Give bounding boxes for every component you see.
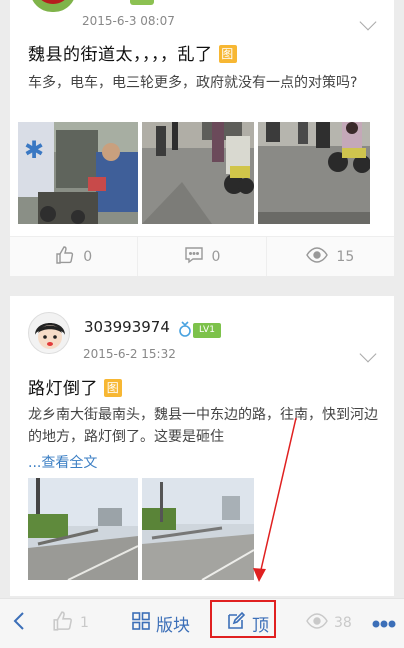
svg-text:✱: ✱ (24, 136, 44, 164)
more-dots-icon (372, 613, 396, 633)
avatar[interactable] (30, 0, 76, 12)
image-tag: 图 (218, 45, 237, 63)
post-photo-1[interactable]: ✱ (18, 122, 138, 224)
post-excerpt[interactable]: 龙乡南大街最南头，魏县一中东边的路，往南，快到河边的地方，路灯倒了。这要是砸住 (28, 404, 388, 448)
like-button[interactable]: 0 (10, 237, 139, 276)
post-card-2[interactable]: 303993974 LV1 2015-6-2 15:32 路灯倒了图 龙乡南大街… (10, 296, 394, 596)
male-icon (178, 320, 192, 338)
level-badge (130, 0, 154, 5)
post-photo-2[interactable] (142, 122, 254, 224)
thumbs-up-icon (55, 245, 75, 269)
thumbs-up-icon (52, 610, 74, 636)
post-card-1[interactable]: 2015-6-3 08:07 魏县的街道太，，，，乱了图 车多，电车，电三轮更多… (10, 0, 394, 276)
more-button[interactable] (372, 599, 396, 647)
back-button[interactable] (12, 599, 26, 647)
username[interactable]: 303993974 (84, 318, 170, 336)
comment-button[interactable]: 0 (138, 237, 267, 276)
back-chevron-icon (12, 611, 26, 636)
like-count: 1 (80, 615, 89, 631)
chevron-down-icon[interactable] (359, 13, 377, 31)
post-date: 2015-6-2 15:32 (83, 347, 176, 361)
avatar[interactable] (28, 312, 70, 354)
read-more-link[interactable]: ...查看全文 (28, 452, 97, 472)
like-button[interactable]: 1 (52, 599, 89, 647)
post-photo-1[interactable] (28, 478, 138, 580)
post-date: 2015-6-3 08:07 (82, 14, 175, 28)
grid-icon (132, 611, 150, 635)
view-count: 15 (336, 248, 355, 265)
eye-icon (306, 613, 328, 633)
eye-icon (306, 246, 329, 267)
comment-count: 0 (211, 248, 221, 265)
chevron-down-icon[interactable] (359, 345, 377, 363)
post-photo-3[interactable] (258, 122, 370, 224)
image-tag: 图 (104, 379, 122, 397)
post-title[interactable]: 魏县的街道太，，，，乱了图 (28, 40, 237, 65)
like-count: 0 (83, 248, 93, 265)
view-count: 38 (334, 615, 352, 631)
views-stat: 15 (267, 237, 394, 276)
post-excerpt[interactable]: 车多，电车，电三轮更多，政府就没有一点的对策吗? (28, 72, 388, 94)
post-actions: 0 0 15 (10, 236, 394, 276)
views-stat: 38 (306, 599, 352, 647)
board-label: 版块 (156, 615, 190, 636)
level-badge: LV1 (193, 323, 221, 338)
bottom-toolbar: 1 版块 顶 38 (0, 598, 404, 648)
post-photo-2[interactable] (142, 478, 254, 580)
annotation-highlight (210, 600, 276, 638)
post-title[interactable]: 路灯倒了图 (28, 374, 122, 399)
comment-icon (184, 245, 204, 269)
board-button[interactable]: 版块 (132, 599, 190, 647)
